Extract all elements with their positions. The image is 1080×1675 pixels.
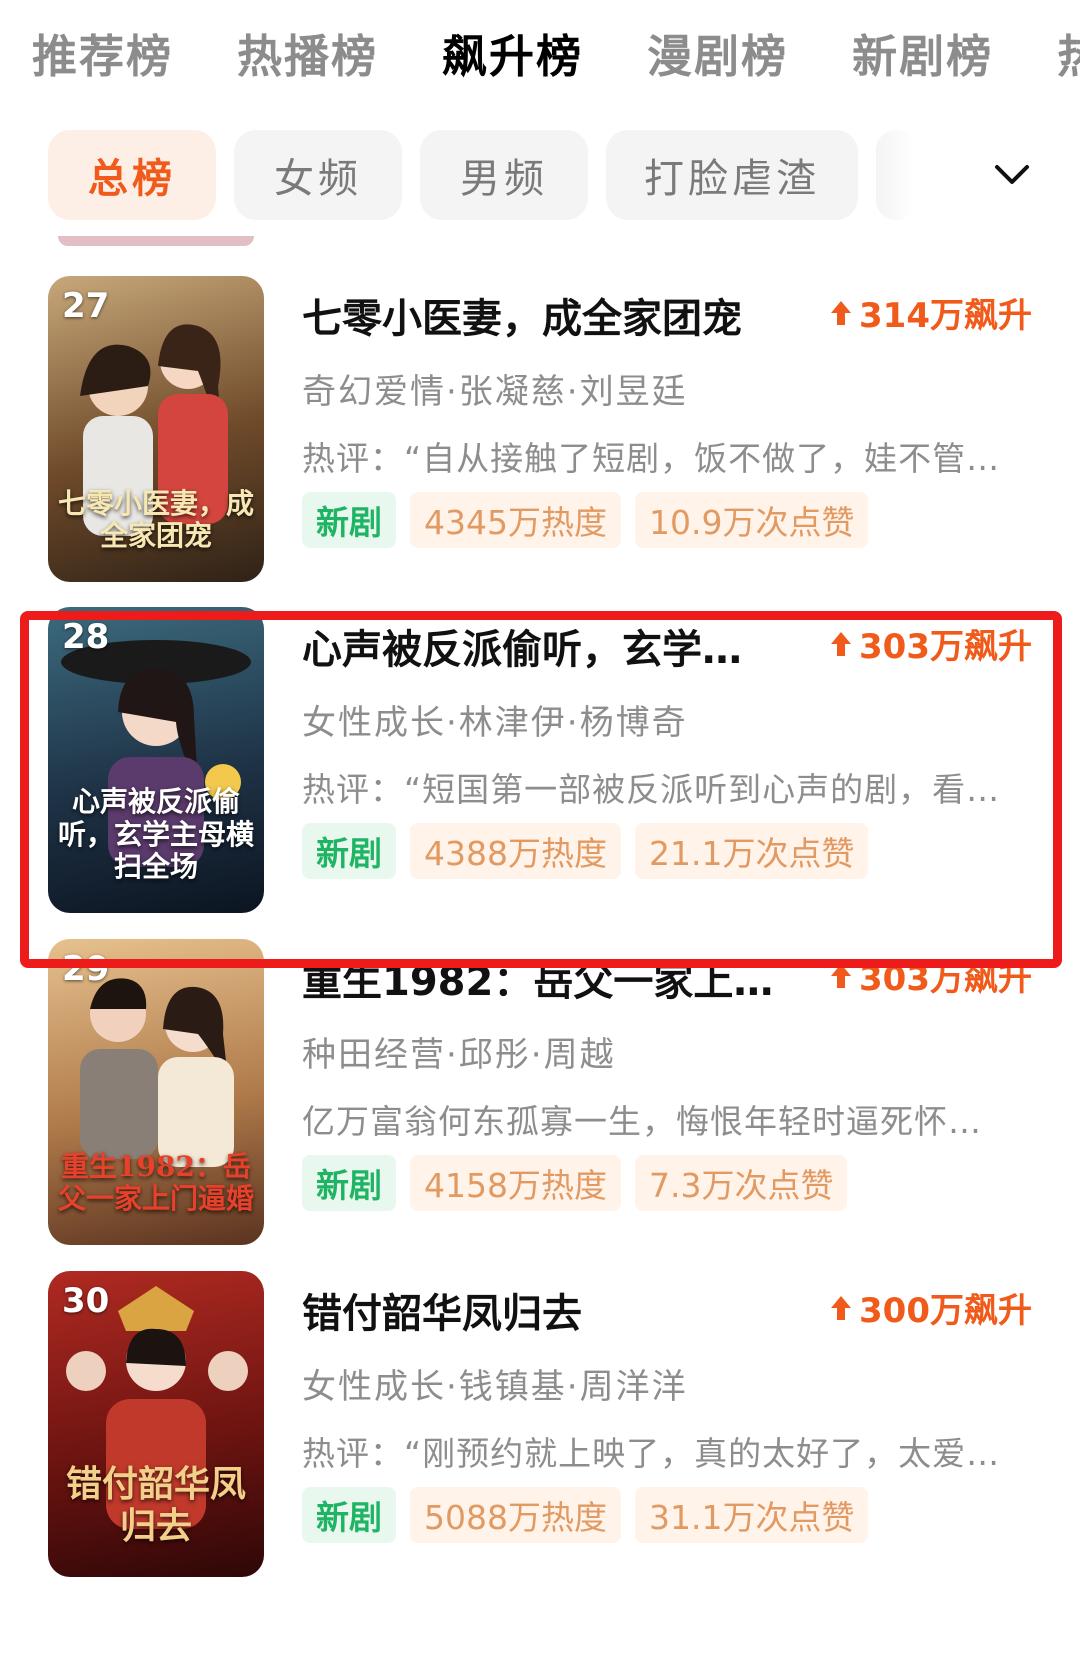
rise-stat: 300万飙升 [829,1283,1032,1332]
likes-badge: 7.3万次点赞 [634,1155,848,1211]
list-item[interactable]: 27 七零小医妻，成全家团宠 七零小医妻，成全家团宠 314万飙升 奇幻爱情·张… [0,276,1080,586]
new-drama-badge: 新剧 [302,492,396,548]
poster-title: 错付韶华凤归去 [65,1463,246,1547]
filter-chip-more[interactable] [876,130,916,220]
new-drama-badge: 新剧 [302,1487,396,1543]
rank-number: 30 [62,1281,110,1321]
tab-hot-cut[interactable]: 热 [1057,20,1080,85]
hot-comment: 热评：“自从接触了短剧，饭不做了，娃不管… [302,439,1001,478]
filter-chip-female[interactable]: 女频 [234,130,402,220]
filter-chip-overall[interactable]: 总榜 [48,130,216,220]
poster-title: 七零小医妻，成全家团宠 [57,486,254,552]
genre-cast-line: 奇幻爱情·张凝慈·刘昱廷 [302,372,688,412]
genre-cast-line: 女性成长·钱镇基·周洋洋 [302,1367,688,1407]
list-item[interactable]: 29 重生1982：岳父一家上门逼婚 重生1982：岳父一家上… 303万飙升 … [0,939,1080,1249]
top-tab-bar: 推荐榜 热播榜 飙升榜 漫剧榜 新剧榜 热 [0,0,1080,105]
heat-badge: 4345万热度 [410,492,621,548]
new-drama-badge: 新剧 [302,1155,396,1211]
filter-chip-male[interactable]: 男频 [420,130,588,220]
badge-row: 新剧 5088万热度 31.1万次点赞 [302,1487,869,1543]
genre-cast-line: 种田经营·邱彤·周越 [302,1035,616,1075]
poster-image[interactable]: 27 七零小医妻，成全家团宠 [48,276,264,582]
drama-title[interactable]: 七零小医妻，成全家团宠 [302,286,802,344]
highlight-box [20,611,1062,968]
heat-badge: 5088万热度 [410,1487,621,1543]
poster-image[interactable]: 30 错付韶华凤归去 [48,1271,264,1577]
likes-badge: 31.1万次点赞 [634,1487,869,1543]
previous-poster-edge [58,236,254,246]
likes-badge: 10.9万次点赞 [634,492,869,548]
rise-stat: 314万飙升 [829,288,1032,337]
rise-value: 314万飙升 [859,296,1032,336]
drama-title[interactable]: 错付韶华凤归去 [302,1281,802,1339]
tab-recommend[interactable]: 推荐榜 [32,20,173,85]
rise-value: 300万飙升 [859,1291,1032,1331]
badge-row: 新剧 4345万热度 10.9万次点赞 [302,492,869,548]
chevron-down-icon[interactable] [992,155,1032,195]
heat-badge: 4158万热度 [410,1155,621,1211]
list-item[interactable]: 30 错付韶华凤归去 错付韶华凤归去 300万飙升 女性成长·钱镇基·周洋洋 热… [0,1271,1080,1581]
synopsis: 亿万富翁何东孤寡一生，悔恨年轻时逼死怀… [302,1102,982,1141]
tab-new-drama[interactable]: 新剧榜 [852,20,993,85]
badge-row: 新剧 4158万热度 7.3万次点赞 [302,1155,848,1211]
hot-comment: 热评：“刚预约就上映了，真的太好了，太爱… [302,1434,1001,1473]
arrow-up-icon [831,1295,852,1320]
poster-title: 重生1982：岳父一家上门逼婚 [57,1149,254,1215]
tab-hot-play[interactable]: 热播榜 [237,20,378,85]
poster-image[interactable]: 29 重生1982：岳父一家上门逼婚 [48,939,264,1245]
filter-chip-row: 总榜 女频 男频 打脸虐渣 [48,130,1048,220]
filter-chip-face-slap[interactable]: 打脸虐渣 [606,130,858,220]
tab-rising[interactable]: 飙升榜 [442,20,583,85]
arrow-up-icon [831,300,852,325]
rank-number: 27 [62,286,110,326]
tab-comic-drama[interactable]: 漫剧榜 [647,20,788,85]
